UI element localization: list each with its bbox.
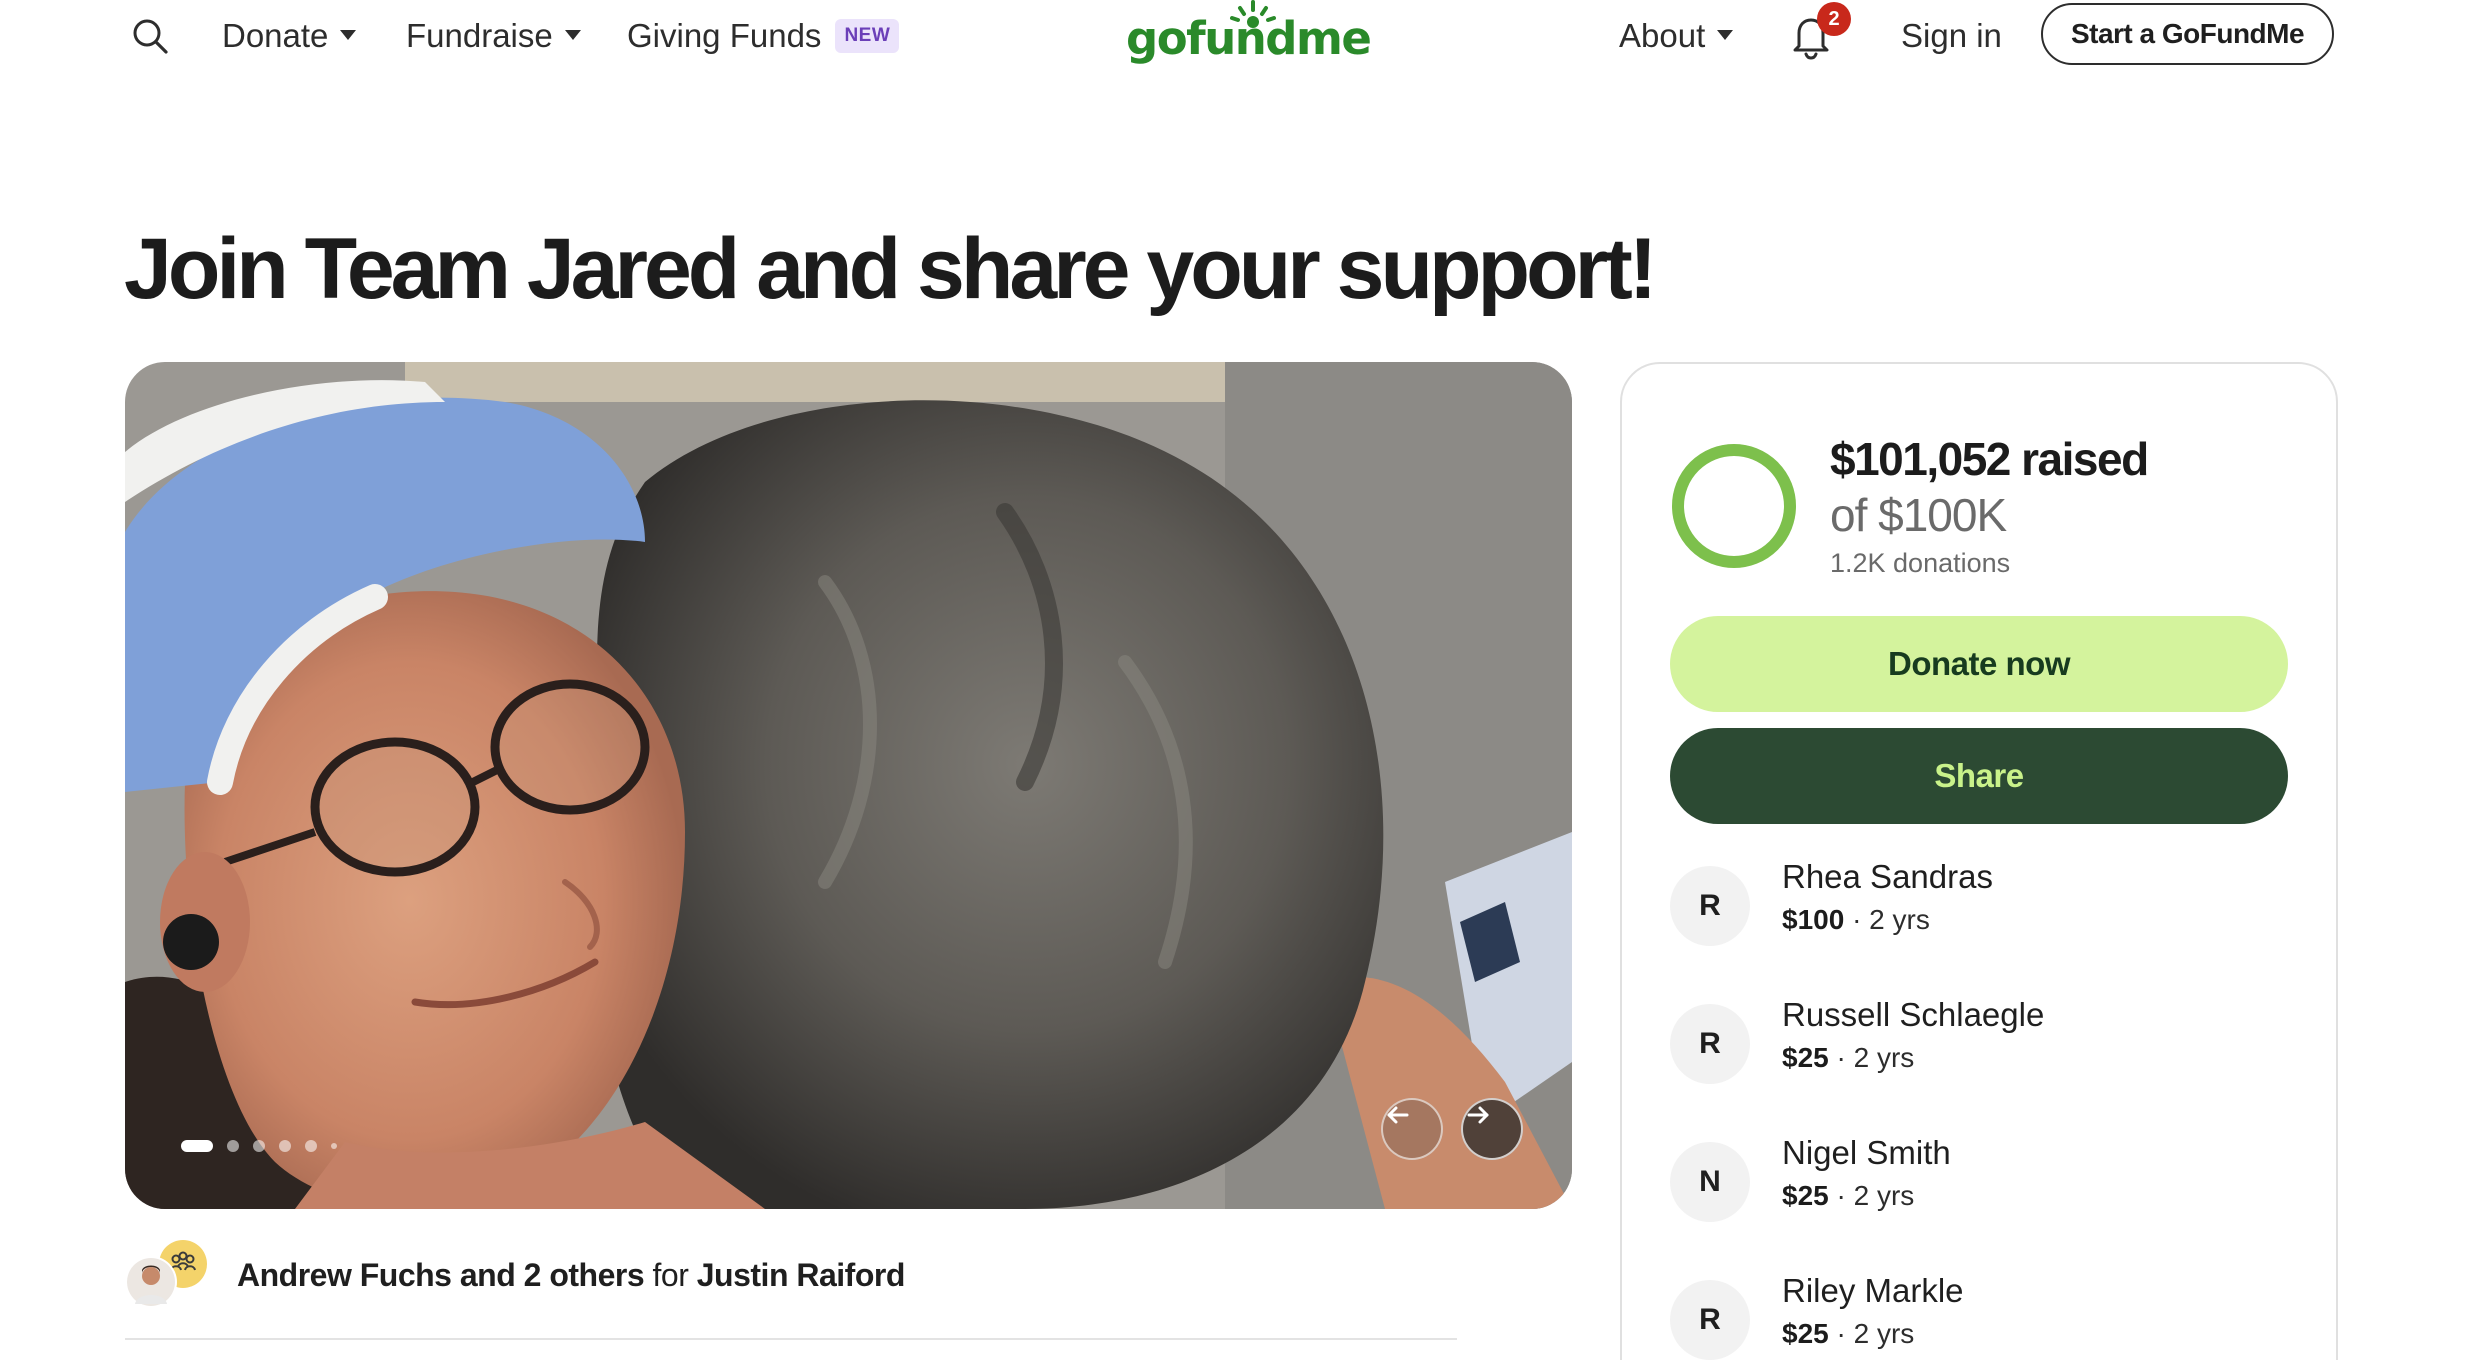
- amount-raised: $101,052 raised: [1830, 433, 2149, 485]
- organizer-row[interactable]: Andrew Fuchs and 2 others for Justin Rai…: [125, 1240, 905, 1310]
- search-icon[interactable]: [126, 12, 174, 60]
- progress-ring: [1672, 444, 1796, 568]
- donor-meta: $25 · 2 yrs: [1782, 1318, 1914, 1350]
- arrow-right-icon: [1467, 1106, 1489, 1124]
- donor-item: R Riley Markle $25 · 2 yrs: [1670, 1272, 2270, 1360]
- donor-item: R Rhea Sandras $100 · 2 yrs: [1670, 858, 2270, 948]
- organizer-text: Andrew Fuchs and 2 others for Justin Rai…: [237, 1257, 905, 1294]
- carousel-dot[interactable]: [253, 1140, 265, 1152]
- gofundme-logo[interactable]: gofundme: [1120, 0, 1372, 72]
- donor-meta: $100 · 2 yrs: [1782, 904, 1930, 936]
- sign-in-label: Sign in: [1901, 17, 2002, 54]
- donor-name: Nigel Smith: [1782, 1134, 1951, 1171]
- chevron-down-icon: [564, 30, 581, 40]
- donor-time: · 2 yrs: [1836, 1318, 1915, 1349]
- donor-amount: $100: [1782, 904, 1845, 935]
- carousel-dot[interactable]: [227, 1140, 239, 1152]
- donor-avatar: N: [1670, 1142, 1750, 1222]
- notification-count-badge: 2: [1817, 2, 1851, 36]
- donor-avatar: R: [1670, 866, 1750, 946]
- nav-fundraise-label: Fundraise: [406, 17, 553, 54]
- donor-time: · 2 yrs: [1852, 904, 1930, 935]
- campaign-photo-carousel[interactable]: [125, 362, 1572, 1209]
- sign-in-link[interactable]: Sign in: [1901, 12, 2002, 60]
- logo-text: gofundme: [1126, 12, 1372, 65]
- nav-giving-funds-label: Giving Funds: [627, 17, 822, 54]
- donation-card: $101,052 raised of $100K 1.2K donations …: [1620, 362, 2338, 1360]
- divider: [125, 1338, 1457, 1340]
- donor-avatar: R: [1670, 1004, 1750, 1084]
- carousel-dot[interactable]: [331, 1143, 337, 1149]
- donor-name: Rhea Sandras: [1782, 858, 1993, 895]
- organizer-for: for: [652, 1256, 689, 1293]
- chevron-down-icon: [340, 30, 357, 40]
- carousel-dot[interactable]: [279, 1140, 291, 1152]
- share-button[interactable]: Share: [1670, 728, 2288, 824]
- top-nav: Donate Fundraise Giving Funds NEW gofund…: [0, 0, 2468, 80]
- nav-fundraise[interactable]: Fundraise: [406, 12, 581, 60]
- start-gofundme-button[interactable]: Start a GoFundMe: [2041, 3, 2334, 65]
- donor-name: Riley Markle: [1782, 1272, 1964, 1309]
- donor-time: · 2 yrs: [1836, 1042, 1915, 1073]
- donor-amount: $25: [1782, 1180, 1829, 1211]
- new-badge: NEW: [835, 19, 900, 53]
- carousel-dots: [181, 1139, 337, 1153]
- donor-avatar: R: [1670, 1280, 1750, 1360]
- donor-amount: $25: [1782, 1318, 1829, 1349]
- nav-giving-funds[interactable]: Giving Funds NEW: [627, 12, 900, 60]
- nav-donate[interactable]: Donate: [222, 12, 357, 60]
- donor-item: R Russell Schlaegle $25 · 2 yrs: [1670, 996, 2270, 1086]
- organizer-avatars: [125, 1240, 209, 1310]
- carousel-dot[interactable]: [305, 1140, 317, 1152]
- goal-amount: of $100K: [1830, 489, 2007, 541]
- campaign-photo: [125, 362, 1572, 1209]
- donor-meta: $25 · 2 yrs: [1782, 1042, 1914, 1074]
- nav-about-label: About: [1619, 17, 1706, 54]
- organizer-names[interactable]: Andrew Fuchs and 2 others: [237, 1257, 645, 1293]
- donor-name: Russell Schlaegle: [1782, 996, 2045, 1033]
- nav-about[interactable]: About: [1619, 12, 1734, 60]
- donor-amount: $25: [1782, 1042, 1829, 1073]
- carousel-next-button[interactable]: [1461, 1098, 1523, 1160]
- beneficiary-name[interactable]: Justin Raiford: [697, 1257, 906, 1293]
- donate-now-button[interactable]: Donate now: [1670, 616, 2288, 712]
- donor-time: · 2 yrs: [1836, 1180, 1915, 1211]
- arrow-left-icon: [1387, 1106, 1409, 1124]
- chevron-down-icon: [1717, 30, 1734, 40]
- carousel-dot[interactable]: [181, 1140, 213, 1152]
- donor-item: N Nigel Smith $25 · 2 yrs: [1670, 1134, 2270, 1224]
- donation-count: 1.2K donations: [1830, 548, 2011, 578]
- carousel-prev-button[interactable]: [1381, 1098, 1443, 1160]
- nav-donate-label: Donate: [222, 17, 329, 54]
- page-title: Join Team Jared and share your support!: [124, 221, 1657, 317]
- donor-meta: $25 · 2 yrs: [1782, 1180, 1914, 1212]
